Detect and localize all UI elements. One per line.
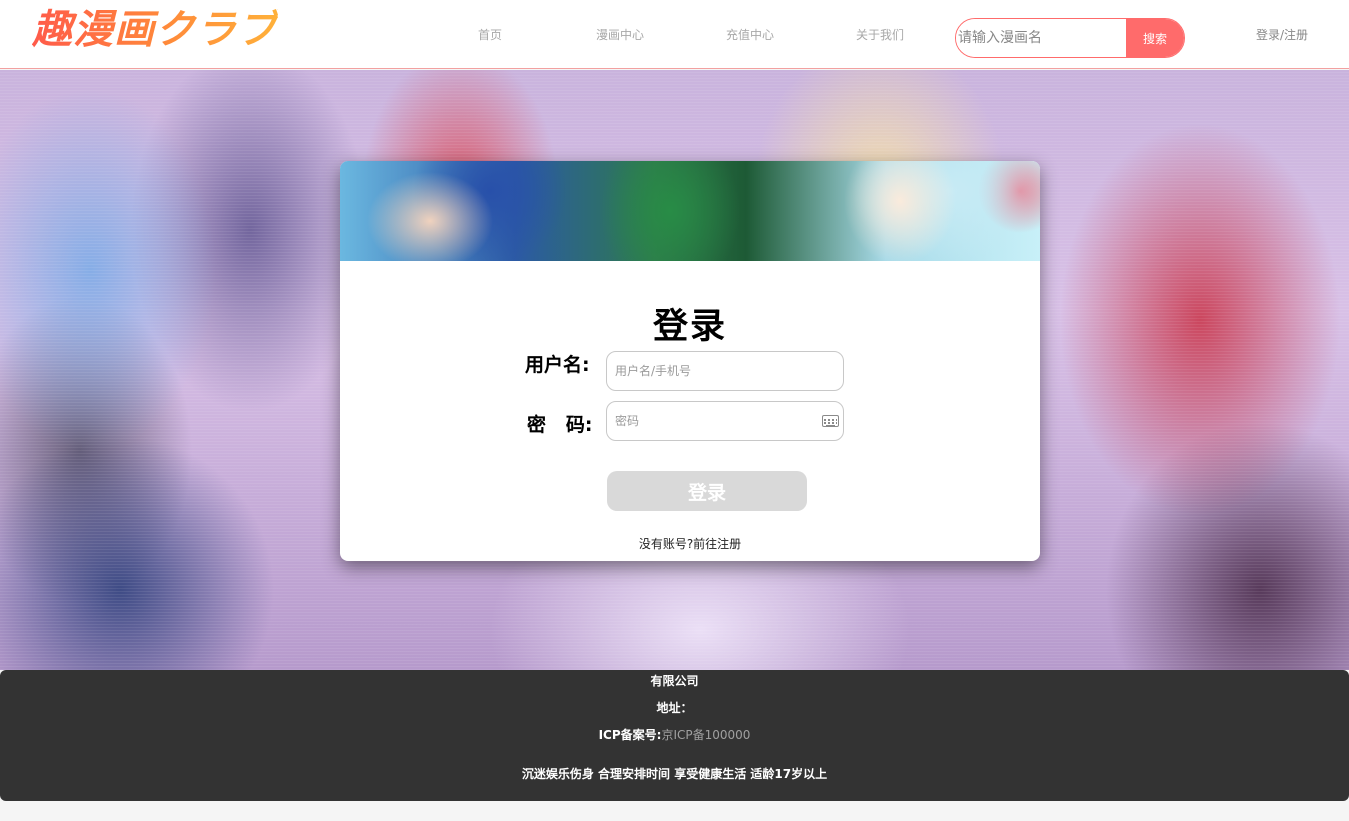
username-input[interactable] [607, 352, 807, 390]
username-label: 用户名: [525, 354, 590, 376]
password-label: 密 码: [527, 414, 593, 436]
footer-address: 地址： [656, 701, 693, 715]
top-navbar: 趣漫画クラブ 首页 漫画中心 充值中心 关于我们 搜索 登录/注册 [0, 0, 1349, 69]
login-register-link[interactable]: 登录/注册 [1256, 26, 1308, 43]
search-bar: 搜索 [955, 18, 1185, 58]
footer-icp-number[interactable]: 京ICP备100000 [661, 728, 750, 742]
footer-company: 有限公司 [650, 674, 699, 688]
nav-comic-center[interactable]: 漫画中心 [596, 26, 644, 43]
keyboard-icon[interactable] [822, 415, 839, 427]
footer-icp-label: ICP备案号: [598, 728, 662, 742]
password-input[interactable] [607, 402, 807, 440]
search-input[interactable] [956, 19, 1126, 57]
login-title: 登录 [652, 307, 727, 347]
site-footer: 有限公司 地址： ICP备案号:京ICP备100000 沉迷娱乐伤身 合理安排时… [0, 670, 1349, 801]
footer-health-notice: 沉迷娱乐伤身 合理安排时间 享受健康生活 适龄17岁以上 [521, 767, 828, 781]
nav-about-us[interactable]: 关于我们 [856, 26, 904, 43]
register-link[interactable]: 没有账号?前往注册 [340, 535, 1040, 552]
username-field-wrapper [606, 351, 844, 391]
footer-icp: ICP备案号:京ICP备100000 [0, 726, 1349, 743]
login-submit-button[interactable]: 登录 [607, 471, 807, 511]
password-field-wrapper [606, 401, 844, 441]
search-button[interactable]: 搜索 [1126, 19, 1184, 57]
site-logo[interactable]: 趣漫画クラブ [32, 6, 278, 54]
login-banner-image [340, 161, 1040, 261]
login-card: 登录 用户名: 密 码: 登录 没有账号?前往注册 [340, 161, 1040, 561]
logo-text: 趣漫画クラブ [32, 6, 278, 53]
nav-home[interactable]: 首页 [478, 26, 502, 43]
nav-recharge-center[interactable]: 充值中心 [726, 26, 774, 43]
